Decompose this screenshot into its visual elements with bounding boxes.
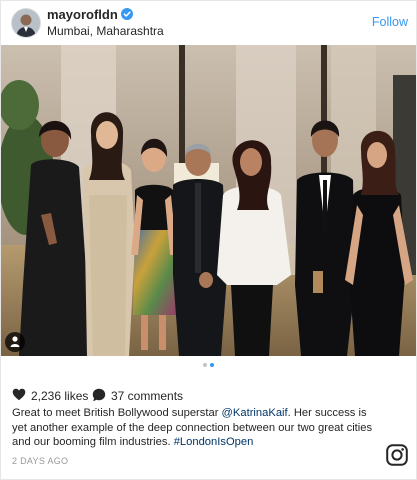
post-photo[interactable] bbox=[1, 45, 416, 356]
follow-button[interactable]: Follow bbox=[372, 15, 408, 29]
username-text: mayorofldn bbox=[47, 7, 118, 22]
likes-count[interactable]: 2,236 likes bbox=[31, 389, 88, 403]
profile-avatar[interactable] bbox=[11, 8, 41, 38]
avatar-image bbox=[12, 9, 40, 37]
group-photo-image bbox=[1, 45, 416, 356]
comment-bubble-icon[interactable] bbox=[92, 388, 106, 402]
heart-icon[interactable] bbox=[12, 388, 26, 401]
instagram-icon[interactable] bbox=[386, 444, 408, 466]
caption-text-1: Great to meet British Bollywood supersta… bbox=[12, 407, 222, 419]
post-timestamp[interactable]: 2 DAYS AGO bbox=[12, 456, 68, 466]
post-caption: Great to meet British Bollywood supersta… bbox=[12, 406, 382, 450]
carousel-dot-1 bbox=[203, 363, 207, 367]
username-link[interactable]: mayorofldn bbox=[47, 7, 133, 22]
person-tag-icon[interactable] bbox=[5, 332, 25, 352]
caption-hashtag-link[interactable]: #LondonIsOpen bbox=[174, 436, 254, 448]
instagram-post-card: mayorofldn Mumbai, Maharashtra Follow 2,… bbox=[0, 0, 417, 480]
carousel-dot-2-active bbox=[210, 363, 214, 367]
carousel-indicator bbox=[1, 363, 416, 367]
verified-badge-icon bbox=[120, 8, 133, 20]
location-link[interactable]: Mumbai, Maharashtra bbox=[47, 24, 164, 38]
post-header: mayorofldn Mumbai, Maharashtra Follow bbox=[1, 1, 416, 45]
caption-mention-link[interactable]: @KatrinaKaif bbox=[222, 407, 288, 419]
comments-count[interactable]: 37 comments bbox=[111, 389, 183, 403]
